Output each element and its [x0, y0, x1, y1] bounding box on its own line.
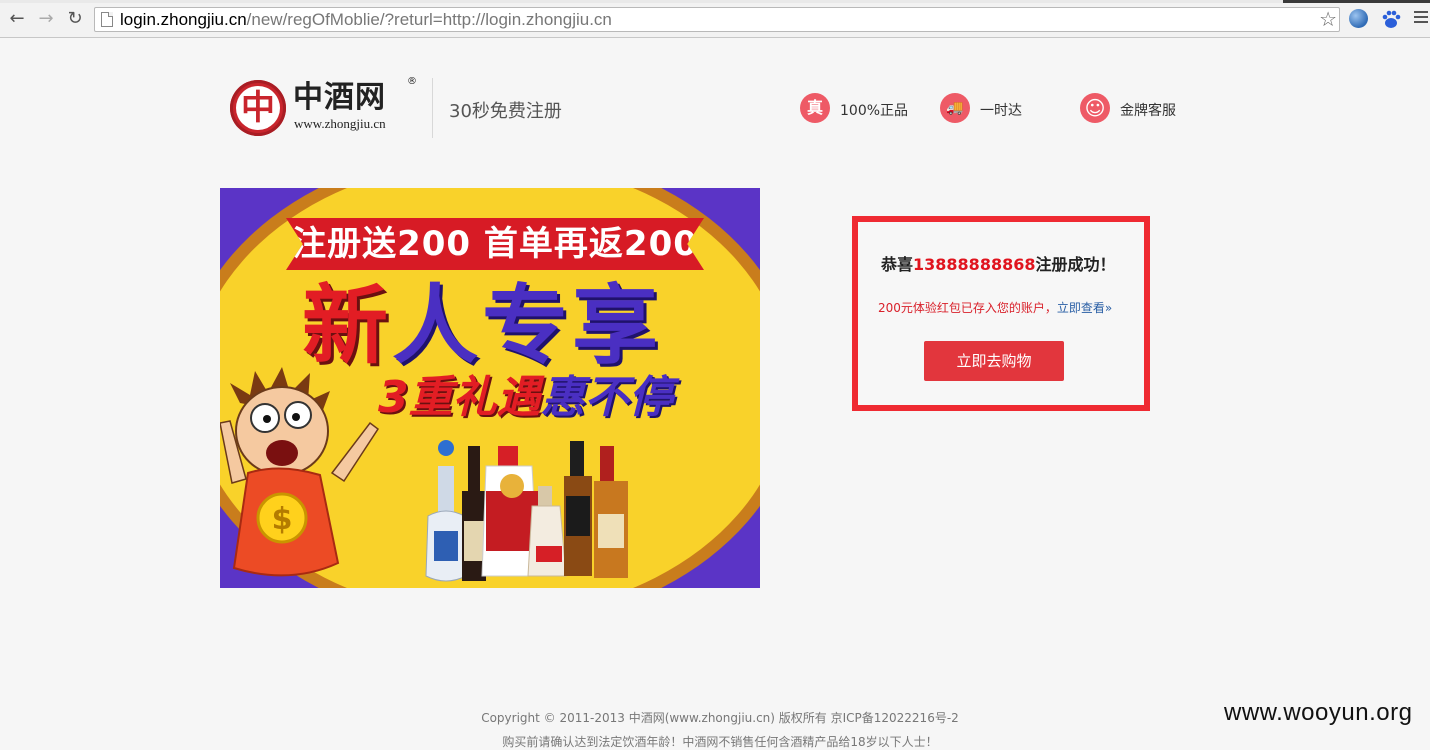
- reload-icon[interactable]: ↻: [64, 8, 86, 30]
- logo-glyph: 中: [236, 86, 280, 130]
- header-divider: [432, 78, 433, 138]
- logo-name[interactable]: 中酒网: [293, 81, 386, 115]
- promo-headline: 新人专享: [302, 276, 662, 376]
- globe-extension-icon[interactable]: [1349, 9, 1368, 28]
- success-suffix: 注册成功！: [1035, 255, 1116, 274]
- logo-emblem[interactable]: 中: [230, 80, 286, 136]
- bookmark-star-icon[interactable]: ☆: [1319, 8, 1337, 31]
- feature-label: 100%正品: [840, 103, 909, 119]
- feature-label: 金牌客服: [1120, 103, 1176, 119]
- promo-subline: 3重礼遇惠不停: [378, 370, 673, 426]
- feature-label: 一时达: [980, 103, 1022, 119]
- promo-ribbon: 注册送200 首单再返200: [286, 218, 704, 270]
- url-path: /new/regOfMoblie/?returl=http://login.zh…: [246, 10, 612, 29]
- register-title: 30秒免费注册: [449, 101, 562, 122]
- registration-success-panel: 恭喜13888888868注册成功！ 200元体验红包已存入您的账户，立即查看»…: [852, 216, 1150, 411]
- watermark: www.wooyun.org: [1224, 699, 1413, 726]
- success-prefix: 恭喜: [881, 255, 914, 274]
- address-bar[interactable]: login.zhongjiu.cn/new/regOfMoblie/?retur…: [94, 7, 1340, 32]
- svg-text:$: $: [272, 502, 293, 537]
- phone-number: 13888888868: [913, 255, 1036, 274]
- logo-url: www.zhongjiu.cn: [294, 116, 386, 131]
- view-now-link[interactable]: 立即查看»: [1057, 301, 1112, 315]
- baidu-paw-extension-icon[interactable]: [1380, 8, 1402, 30]
- truck-icon: 🚚: [940, 93, 970, 123]
- url-host: login.zhongjiu.cn: [120, 10, 247, 29]
- subline-red: 3重礼遇: [378, 372, 541, 423]
- smiley-icon: ☺: [1080, 93, 1110, 123]
- notice-text: 200元体验红包已存入您的账户，: [878, 301, 1057, 315]
- copyright-text: Copyright © 2011-2013 中酒网(www.zhongjiu.c…: [481, 711, 959, 725]
- page-icon: [101, 12, 113, 27]
- registered-mark: ®: [407, 76, 417, 87]
- promo-banner[interactable]: 注册送200 首单再返200 新人专享 3重礼遇惠不停 $: [220, 188, 760, 588]
- mascot-illustration: $: [220, 367, 380, 577]
- go-shopping-button[interactable]: 立即去购物: [924, 341, 1064, 381]
- tab-strip: [0, 0, 1430, 3]
- headline-red: 新: [302, 276, 392, 376]
- subline-blue: 惠不停: [540, 372, 673, 423]
- genuine-icon: 真: [800, 93, 830, 123]
- menu-icon[interactable]: [1414, 11, 1428, 25]
- forward-icon[interactable]: →: [35, 8, 57, 30]
- url-text[interactable]: login.zhongjiu.cn/new/regOfMoblie/?retur…: [120, 10, 612, 30]
- back-icon[interactable]: ←: [6, 8, 28, 30]
- red-envelope-notice: 200元体验红包已存入您的账户，立即查看»: [878, 299, 1112, 316]
- success-message: 恭喜13888888868注册成功！: [881, 251, 1116, 275]
- headline-blue: 人专享: [392, 276, 662, 376]
- liquor-bottles-illustration: [425, 440, 628, 582]
- browser-toolbar: ← → ↻ login.zhongjiu.cn/new/regOfMoblie/…: [0, 0, 1430, 38]
